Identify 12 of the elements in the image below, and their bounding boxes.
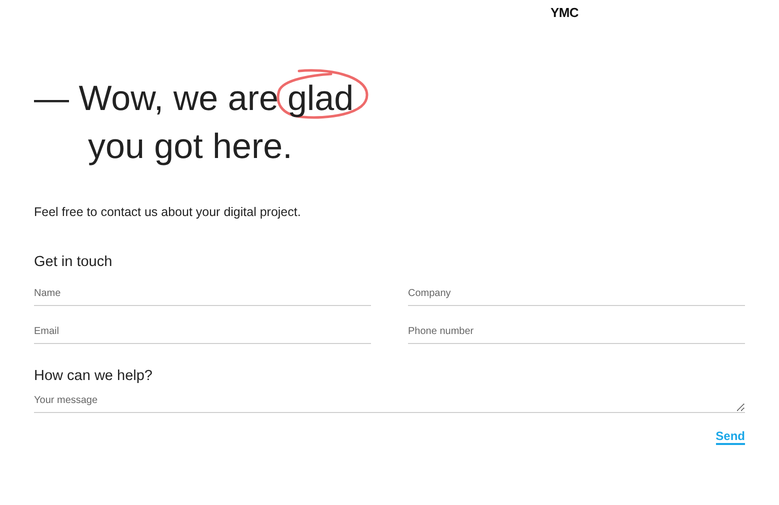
headline-text: you got here. [87, 126, 294, 168]
input-field[interactable]: Name [34, 286, 371, 306]
logo[interactable]: YMC [550, 6, 578, 19]
input-field[interactable]: Company [408, 286, 745, 306]
message-field[interactable]: Your message [34, 393, 745, 414]
circled-word: glad [287, 79, 354, 118]
section-title: How can we help? [34, 366, 154, 386]
headline-text: — Wow, we are [34, 78, 278, 120]
input-field[interactable]: Phone number [408, 324, 745, 344]
intro-text: Feel free to contact us about your digital project. [34, 204, 302, 221]
input-field[interactable]: Email [34, 324, 371, 344]
section-title: Get in touch [34, 252, 114, 272]
